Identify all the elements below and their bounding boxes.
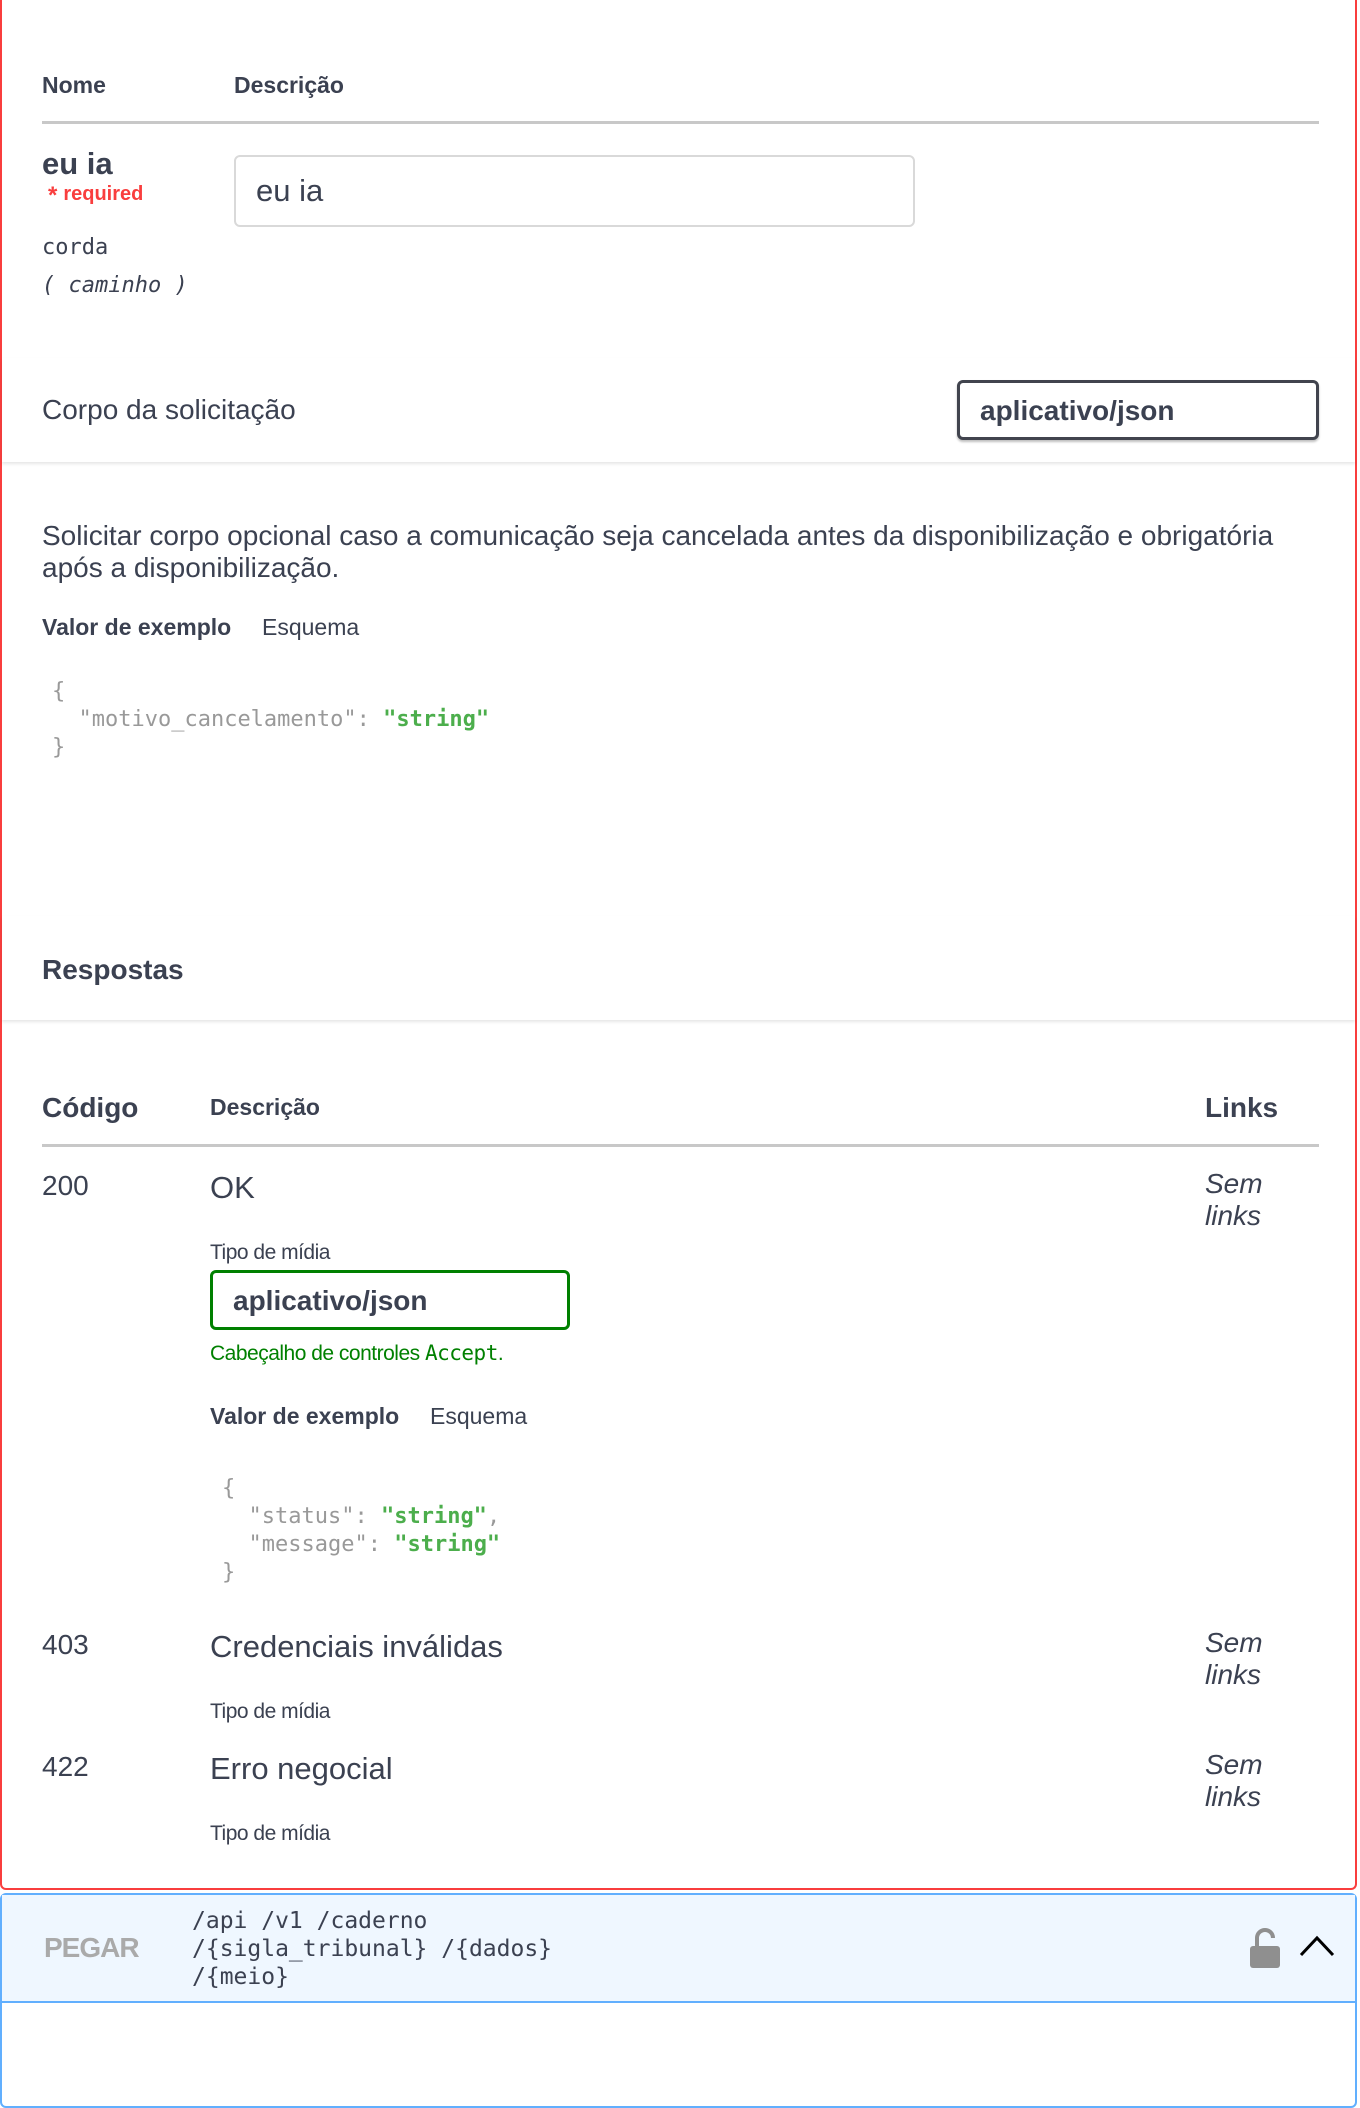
media-type-label-403: Tipo de mídia [210,1700,330,1723]
response-code-403: 403 [42,1629,89,1660]
request-body-title: Corpo da solicitação [42,394,296,425]
operation-path: /api /v1 /caderno /{sigla_tribunal} /{da… [192,1908,553,1990]
media-type-label-422: Tipo de mídia [210,1822,330,1845]
request-body-header: Corpo da solicitação aplicativo/json [2,358,1355,462]
parameters-column-name: Nome [42,72,106,98]
responses-header: Respostas [2,916,1355,1020]
media-type-label-200: Tipo de mídia [210,1241,330,1264]
parameter-location: ( caminho ) [42,273,188,298]
responses-column-links: Links [1205,1092,1279,1123]
response-description-200: OK [210,1170,255,1205]
parameters-header-divider [42,121,1319,124]
response-tab-example-value[interactable]: Valor de exemplo [210,1403,399,1430]
request-body-description: Solicitar corpo opcional caso a comunica… [42,520,1274,583]
responses-column-code: Código [42,1092,139,1123]
request-tab-schema[interactable]: Esquema [262,614,359,641]
response-links-422: Sem links [1205,1749,1263,1812]
responses-column-description: Descrição [210,1094,320,1120]
response-description-403: Credenciais inválidas [210,1629,503,1664]
responses-title: Respostas [42,954,184,985]
response-links-200: Sem links [1205,1168,1263,1231]
chevron-up-icon[interactable] [1298,1933,1336,1959]
required-asterisk-icon: * [48,182,58,209]
response-code-422: 422 [42,1751,89,1782]
response-content-type-select[interactable]: aplicativo/json [210,1270,570,1330]
request-content-type-select[interactable]: aplicativo/json [957,380,1319,440]
parameter-name: eu ia [42,146,113,181]
request-example-json: { "motivo_cancelamento": "string" } [52,679,490,760]
parameter-value-input[interactable] [234,155,915,227]
parameters-column-description: Descrição [234,72,344,98]
response-description-422: Erro negocial [210,1751,393,1786]
required-label: required [63,183,144,205]
get-operation-summary[interactable]: PEGAR /api /v1 /caderno /{sigla_tribunal… [2,1895,1355,2003]
parameter-type: corda [42,235,109,260]
unlocked-padlock-icon[interactable] [1249,1927,1281,1969]
response-code-200: 200 [42,1170,89,1201]
required-badge: * required [48,182,143,210]
response-example-json: { "status": "string", "message": "string… [222,1476,501,1585]
get-operation-block: PEGAR /api /v1 /caderno /{sigla_tribunal… [0,1893,1357,2108]
response-tab-schema[interactable]: Esquema [430,1403,527,1430]
request-tab-example-value[interactable]: Valor de exemplo [42,614,231,641]
responses-header-divider [42,1144,1319,1147]
response-links-403: Sem links [1205,1627,1263,1690]
controls-accept-note: Cabeçalho de controles Accept. [210,1341,504,1365]
http-method-label: PEGAR [44,1932,140,1963]
